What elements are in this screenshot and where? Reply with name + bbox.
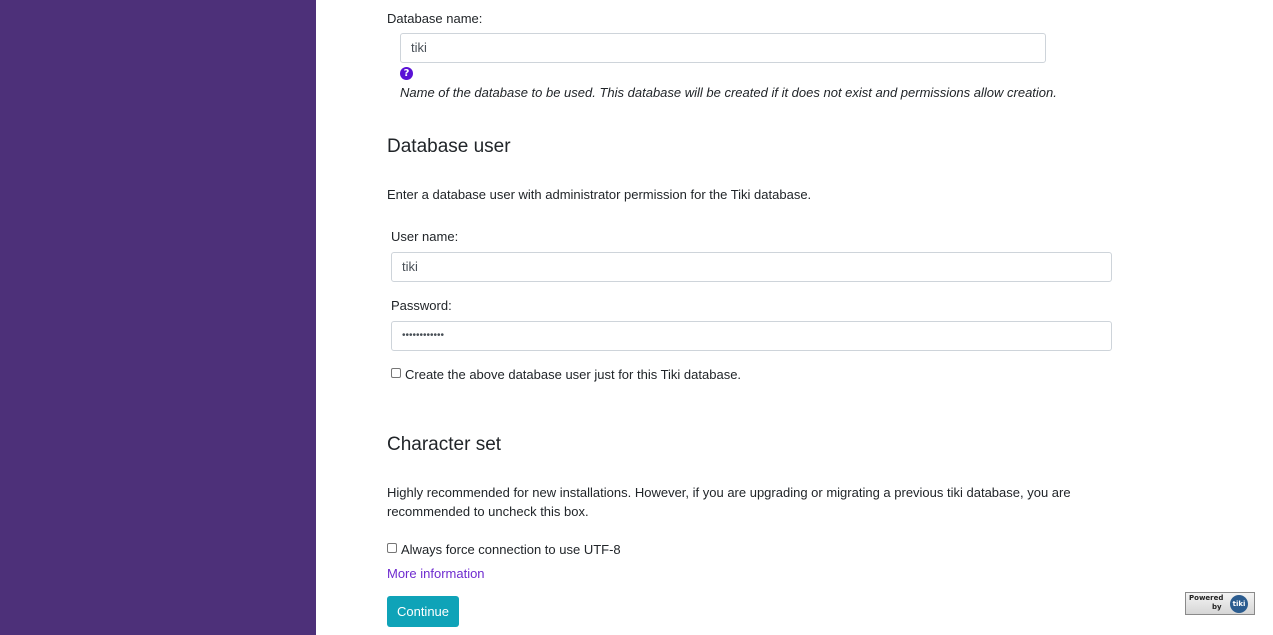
character-set-description: Highly recommended for new installations…	[387, 485, 1071, 519]
database-user-heading: Database user	[387, 136, 511, 157]
powered-text: Powered	[1189, 594, 1224, 602]
create-user-checkbox[interactable]	[391, 368, 401, 378]
database-name-help: Name of the database to be used. This da…	[400, 85, 1057, 100]
by-text: by	[1212, 603, 1222, 611]
database-name-label: Database name:	[387, 11, 483, 26]
force-utf8-checkbox[interactable]	[387, 543, 397, 553]
database-name-input[interactable]: tiki	[400, 33, 1046, 63]
username-input[interactable]: tiki	[391, 252, 1112, 282]
force-utf8-label: Always force connection to use UTF-8	[401, 542, 621, 557]
question-circle-icon[interactable]: ?	[400, 67, 413, 80]
create-user-label: Create the above database user just for …	[405, 367, 742, 382]
sidebar	[0, 0, 316, 635]
username-label: User name:	[391, 229, 459, 244]
character-set-heading: Character set	[387, 434, 502, 455]
tiki-logo-icon: tiki	[1230, 595, 1248, 613]
more-information-link[interactable]: More information	[387, 566, 485, 581]
password-label: Password:	[391, 298, 452, 313]
database-user-description: Enter a database user with administrator…	[387, 187, 812, 202]
continue-button[interactable]: Continue	[387, 596, 459, 627]
powered-by-tiki-badge[interactable]: Powered by tiki	[1185, 592, 1255, 615]
password-input[interactable]: ••••••••••••	[391, 321, 1112, 351]
